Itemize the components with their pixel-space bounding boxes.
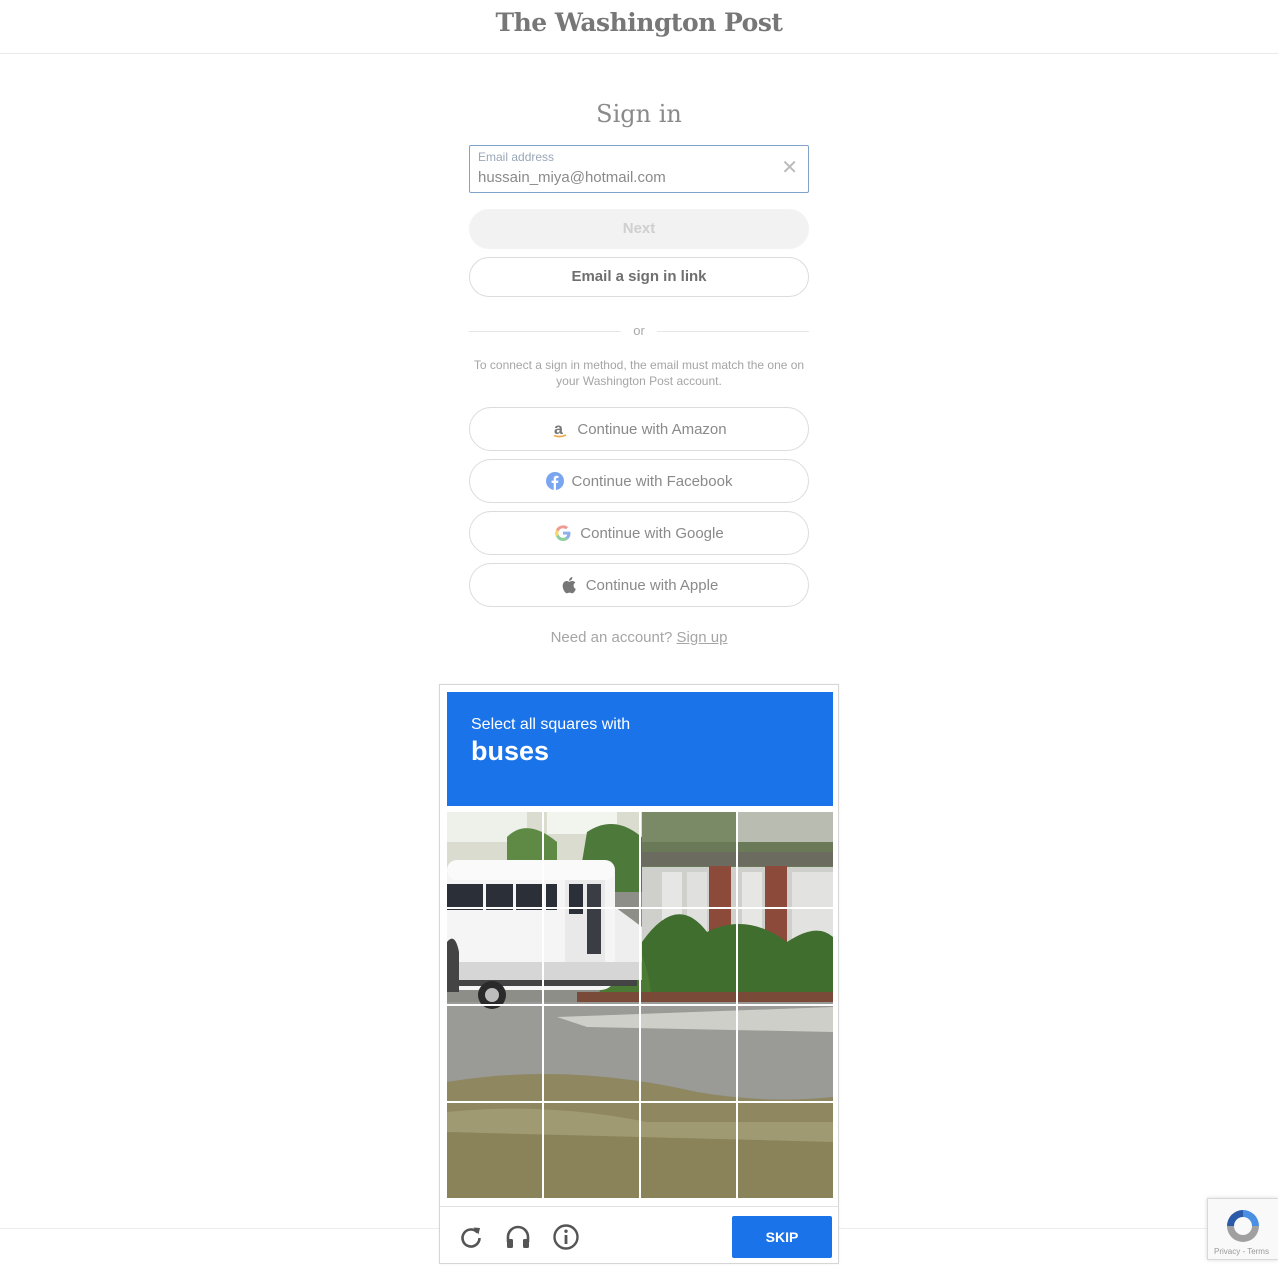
- facebook-icon: [545, 472, 564, 490]
- captcha-tile[interactable]: [641, 1103, 736, 1198]
- captcha-tile[interactable]: [641, 909, 736, 1004]
- divider-right: [657, 331, 809, 332]
- captcha-tile[interactable]: [447, 1006, 542, 1101]
- captcha-tile[interactable]: [447, 909, 542, 1004]
- recaptcha-challenge: Select all squares with buses SKIP: [439, 684, 839, 1264]
- captcha-instruction-banner: Select all squares with buses: [447, 692, 833, 806]
- continue-with-apple-button[interactable]: Continue with Apple: [469, 563, 809, 607]
- page-title: Sign in: [596, 100, 682, 128]
- continue-with-google-button[interactable]: Continue with Google: [469, 511, 809, 555]
- info-icon[interactable]: [552, 1223, 580, 1251]
- captcha-tile[interactable]: [447, 812, 542, 907]
- signup-prompt: Need an account? Sign up: [0, 629, 1278, 646]
- next-button[interactable]: Next: [469, 209, 809, 249]
- captcha-tile[interactable]: [447, 1103, 542, 1198]
- amazon-icon: a: [551, 420, 569, 438]
- email-field[interactable]: Email address hussain_miya@hotmail.com ✕: [469, 145, 809, 193]
- headphones-icon[interactable]: [504, 1223, 532, 1251]
- email-field-value[interactable]: hussain_miya@hotmail.com: [478, 169, 666, 186]
- social-label: Continue with Facebook: [571, 472, 733, 490]
- recaptcha-badge[interactable]: Privacy - Terms: [1207, 1198, 1278, 1260]
- connect-method-note: To connect a sign in method, the email m…: [473, 358, 805, 388]
- captcha-tile[interactable]: [544, 1006, 639, 1101]
- captcha-tile[interactable]: [738, 812, 833, 907]
- captcha-tile[interactable]: [544, 812, 639, 907]
- signup-link[interactable]: Sign up: [677, 629, 728, 646]
- email-sign-in-link-button[interactable]: Email a sign in link: [469, 257, 809, 297]
- social-label: Continue with Apple: [585, 576, 719, 594]
- divider-left: [469, 331, 621, 332]
- captcha-tile[interactable]: [641, 812, 736, 907]
- captcha-tile[interactable]: [738, 1103, 833, 1198]
- captcha-tile[interactable]: [738, 909, 833, 1004]
- continue-with-facebook-button[interactable]: Continue with Facebook: [469, 459, 809, 503]
- apple-icon: [560, 576, 578, 594]
- social-label: Continue with Amazon: [577, 420, 727, 438]
- captcha-tile[interactable]: [641, 1006, 736, 1101]
- captcha-footer: SKIP: [440, 1206, 838, 1264]
- reload-icon[interactable]: [457, 1223, 485, 1251]
- captcha-tile[interactable]: [544, 1103, 639, 1198]
- site-header: The Washington Post: [0, 0, 1278, 54]
- captcha-tile[interactable]: [544, 909, 639, 1004]
- or-separator: or: [633, 323, 645, 338]
- recaptcha-logo-icon: [1224, 1207, 1262, 1250]
- captcha-instruction: Select all squares with: [471, 716, 631, 733]
- captcha-tile[interactable]: [738, 1006, 833, 1101]
- clear-icon[interactable]: ✕: [781, 158, 798, 178]
- google-icon: [554, 524, 572, 542]
- recaptcha-privacy-terms[interactable]: Privacy - Terms: [1214, 1247, 1269, 1256]
- captcha-target: buses: [471, 736, 550, 766]
- captcha-image-grid: [447, 812, 833, 1198]
- continue-with-amazon-button[interactable]: a Continue with Amazon: [469, 407, 809, 451]
- skip-button[interactable]: SKIP: [732, 1216, 832, 1258]
- signup-prompt-text: Need an account?: [550, 629, 673, 646]
- email-field-label: Email address: [478, 150, 555, 164]
- social-label: Continue with Google: [580, 524, 724, 542]
- washington-post-logo[interactable]: The Washington Post: [0, 8, 1278, 37]
